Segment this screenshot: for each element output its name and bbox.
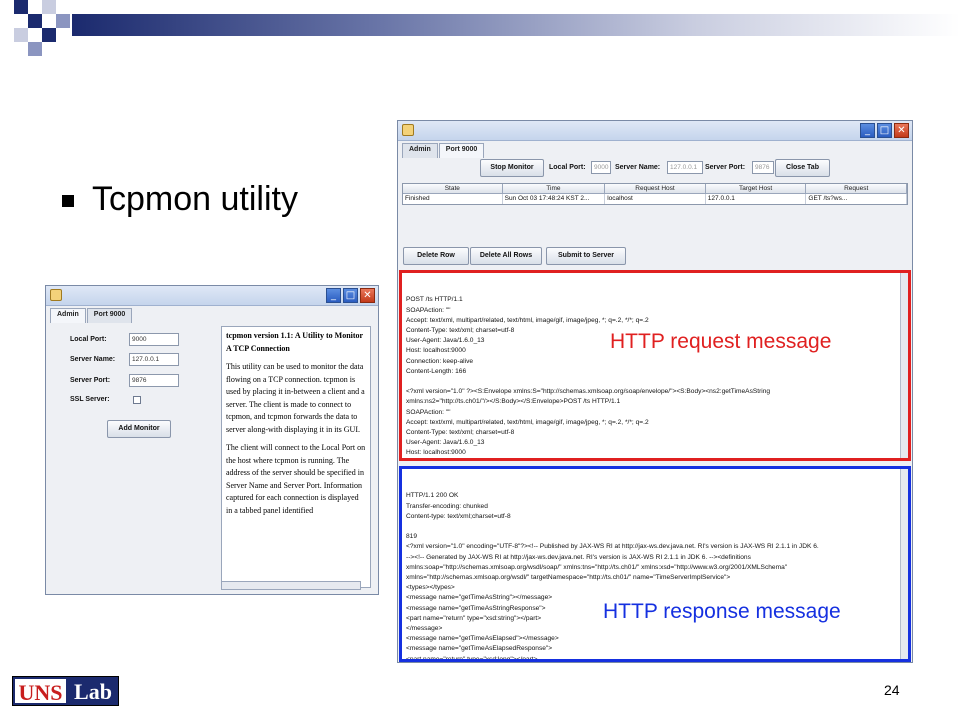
- tab-port-9000[interactable]: Port 9000: [86, 308, 133, 323]
- local-port-label: Local Port:: [70, 336, 107, 343]
- deco-square: [14, 28, 28, 42]
- column-header[interactable]: Request: [806, 184, 907, 194]
- description-heading: tcpmon version 1.1: A Utility to Monitor…: [226, 331, 363, 353]
- delete-all-rows-button[interactable]: Delete All Rows: [470, 247, 542, 265]
- vertical-scrollbar[interactable]: [900, 273, 908, 458]
- table-cell: localhost: [605, 194, 706, 204]
- page-number: 24: [884, 682, 900, 698]
- vertical-scrollbar[interactable]: [900, 469, 908, 659]
- request-message-text: POST /ts HTTP/1.1 SOAPAction: "" Accept:…: [406, 296, 771, 457]
- description-paragraph: The client will connect to the Local Por…: [226, 443, 366, 515]
- local-port-field[interactable]: 9000: [591, 161, 611, 174]
- ssl-server-checkbox[interactable]: [133, 396, 141, 404]
- table-row[interactable]: Finished Sun Oct 03 17:48:24 KST 2... lo…: [403, 194, 907, 204]
- description-paragraph: This utility can be used to monitor the …: [226, 362, 365, 434]
- column-header[interactable]: State: [403, 184, 503, 194]
- deco-square: [42, 28, 56, 42]
- tab-port-9000[interactable]: Port 9000: [438, 143, 485, 158]
- table-cell: 127.0.0.1: [705, 194, 807, 204]
- minimize-icon[interactable]: _: [326, 288, 341, 303]
- logo-lab: Lab: [68, 677, 118, 705]
- bullet-text: Tcpmon utility: [92, 180, 298, 218]
- java-cup-icon: [402, 124, 414, 136]
- description-panel: tcpmon version 1.1: A Utility to Monitor…: [221, 326, 371, 588]
- close-icon[interactable]: ✕: [360, 288, 375, 303]
- deco-square: [14, 0, 28, 14]
- minimize-icon[interactable]: _: [860, 123, 875, 138]
- server-name-label: Server Name:: [615, 164, 661, 171]
- slide: Tcpmon utility _ □ ✕ Admin Port 9000 Loc…: [0, 0, 960, 720]
- response-message-text: HTTP/1.1 200 OK Transfer-encoding: chunk…: [406, 492, 819, 662]
- server-name-field[interactable]: 127.0.0.1: [129, 353, 179, 366]
- local-port-field[interactable]: 9000: [129, 333, 179, 346]
- column-header[interactable]: Request Host: [605, 184, 706, 194]
- bullet-marker: [62, 195, 74, 207]
- uns-lab-logo: UNS Lab: [12, 676, 119, 706]
- column-header[interactable]: Time: [502, 184, 606, 194]
- logo-uns: UNS: [13, 677, 68, 705]
- deco-square: [56, 14, 70, 28]
- server-port-field[interactable]: 9876: [129, 374, 179, 387]
- request-label: HTTP request message: [610, 330, 832, 353]
- submit-to-server-button[interactable]: Submit to Server: [546, 247, 626, 265]
- response-message-panel[interactable]: HTTP/1.1 200 OK Transfer-encoding: chunk…: [399, 466, 911, 662]
- delete-row-button[interactable]: Delete Row: [403, 247, 469, 265]
- tab-admin[interactable]: Admin: [402, 143, 438, 158]
- response-label: HTTP response message: [603, 600, 841, 623]
- tab-admin[interactable]: Admin: [50, 308, 86, 323]
- add-monitor-button[interactable]: Add Monitor: [107, 420, 171, 438]
- deco-square: [28, 42, 42, 56]
- server-name-field[interactable]: 127.0.0.1: [667, 161, 703, 174]
- request-message-panel[interactable]: POST /ts HTTP/1.1 SOAPAction: "" Accept:…: [399, 270, 911, 461]
- header-bar: [72, 14, 960, 36]
- tcpmon-admin-window: _ □ ✕ Admin Port 9000 Local Port: 9000 S…: [45, 285, 379, 595]
- server-port-field[interactable]: 9876: [752, 161, 774, 174]
- column-header[interactable]: Target Host: [705, 184, 807, 194]
- local-port-label: Local Port:: [549, 164, 586, 171]
- table-cell: Finished: [403, 194, 503, 204]
- connection-table: State Time Request Host Target Host Requ…: [402, 183, 908, 205]
- server-port-label: Server Port:: [70, 377, 111, 384]
- deco-square: [42, 0, 56, 14]
- maximize-icon[interactable]: □: [877, 123, 892, 138]
- close-tab-button[interactable]: Close Tab: [775, 159, 830, 177]
- stop-monitor-button[interactable]: Stop Monitor: [480, 159, 544, 177]
- table-cell: GET /ts?ws...: [806, 194, 907, 204]
- window-titlebar: _ □ ✕: [46, 286, 378, 306]
- ssl-server-label: SSL Server:: [70, 396, 110, 403]
- server-name-label: Server Name:: [70, 356, 116, 363]
- maximize-icon[interactable]: □: [343, 288, 358, 303]
- horizontal-scrollbar[interactable]: [221, 581, 361, 590]
- table-cell: Sun Oct 03 17:48:24 KST 2...: [502, 194, 606, 204]
- tcpmon-port-window: _ □ ✕ Admin Port 9000 Stop Monitor Local…: [397, 120, 913, 663]
- server-port-label: Server Port:: [705, 164, 746, 171]
- close-icon[interactable]: ✕: [894, 123, 909, 138]
- java-cup-icon: [50, 289, 62, 301]
- window-titlebar: _ □ ✕: [398, 121, 912, 141]
- deco-square: [28, 14, 42, 28]
